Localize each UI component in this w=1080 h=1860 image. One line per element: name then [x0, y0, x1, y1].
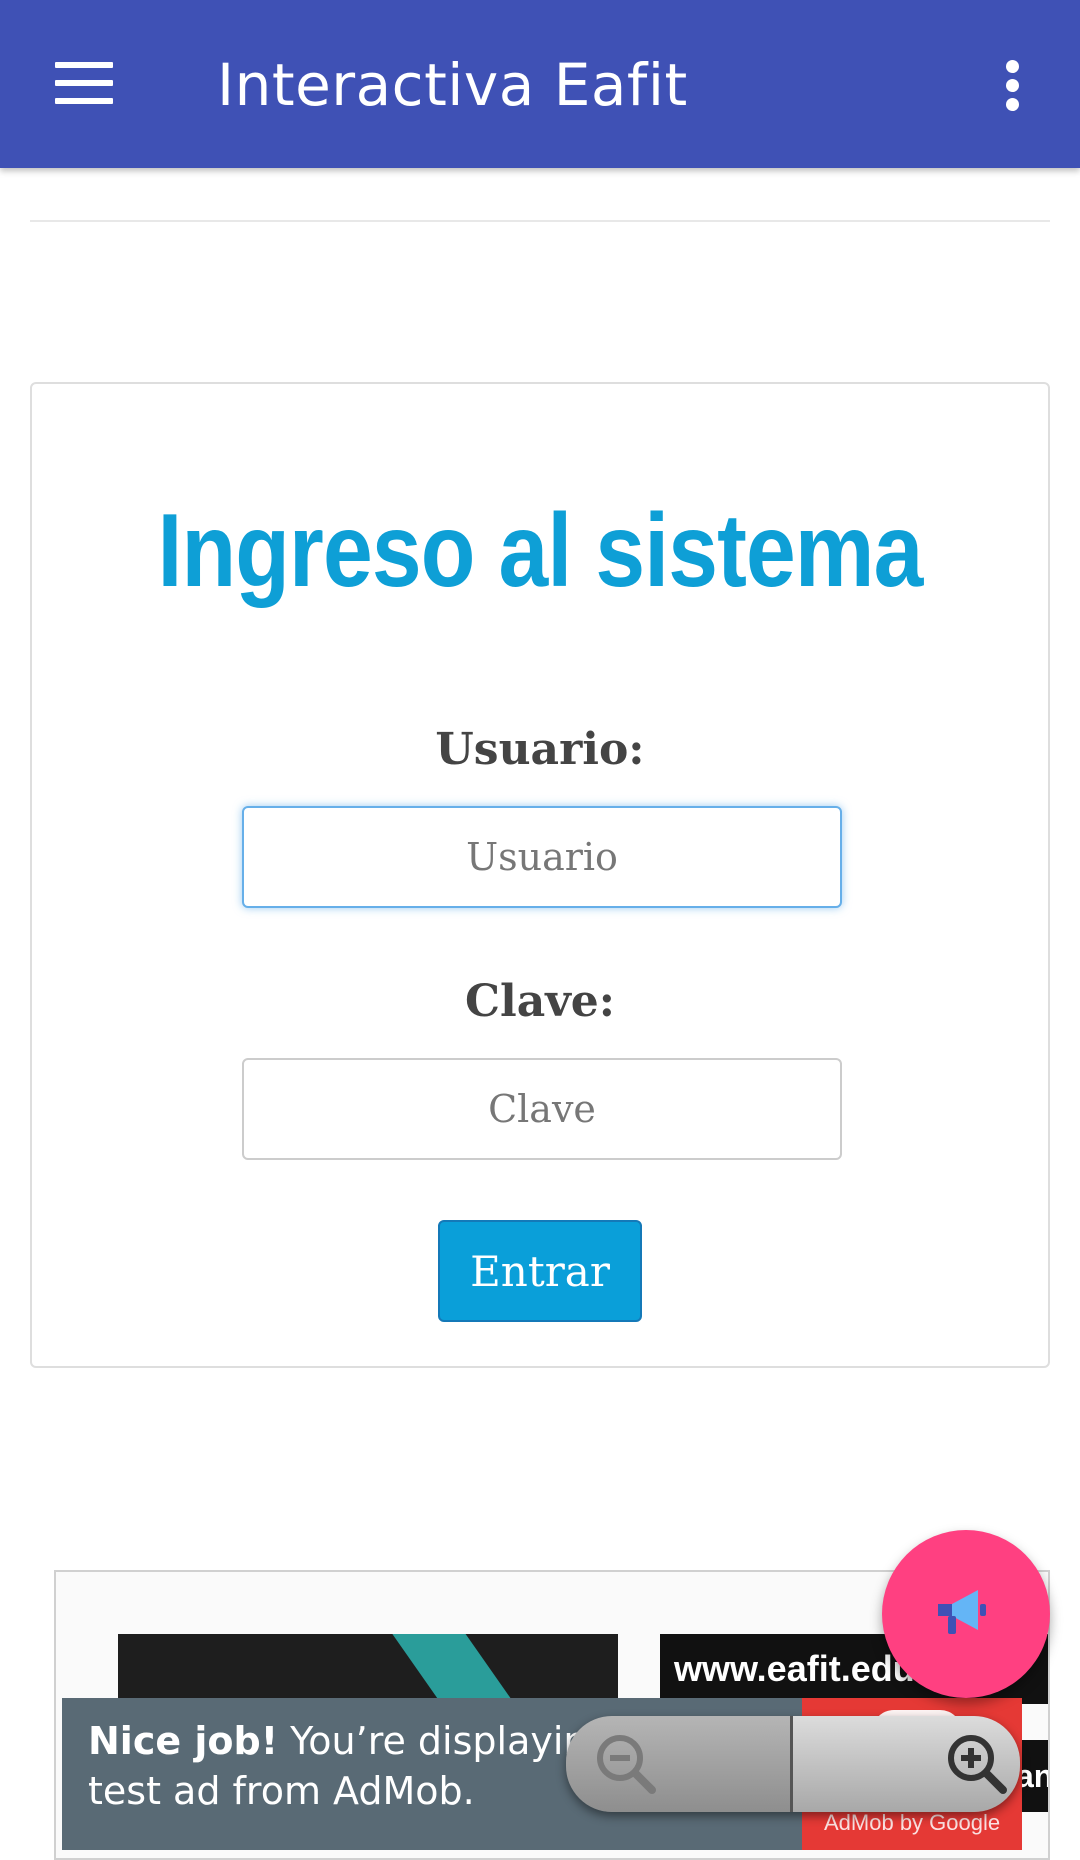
user-label: Usuario: — [435, 724, 645, 775]
app-bar: Interactiva Eafit — [0, 0, 1080, 168]
ad-brand-label: AdMob by Google — [824, 1810, 1001, 1835]
submit-button[interactable]: Entrar — [438, 1220, 642, 1322]
fab-announce-button[interactable] — [882, 1530, 1050, 1698]
zoom-in-icon — [948, 1735, 1007, 1794]
zoom-out-icon — [597, 1735, 656, 1794]
ad-message-bold: Nice job! — [88, 1719, 279, 1763]
user-input[interactable] — [242, 806, 842, 908]
more-vert-icon[interactable] — [998, 56, 1028, 116]
app-title: Interactiva Eafit — [217, 51, 688, 119]
password-input[interactable] — [242, 1058, 842, 1160]
megaphone-icon — [938, 1590, 986, 1634]
password-label: Clave: — [464, 976, 616, 1027]
login-heading: Ingreso al sistema — [157, 493, 924, 609]
zoom-control — [566, 1716, 1020, 1812]
zoom-in-button[interactable] — [793, 1716, 1020, 1812]
divider — [30, 220, 1050, 222]
ad-message-line2: test ad from AdMob. — [88, 1769, 475, 1813]
login-card: Ingreso al sistema Usuario: Clave: Entra… — [30, 382, 1050, 1368]
hamburger-menu-icon[interactable] — [55, 62, 113, 104]
zoom-out-button[interactable] — [566, 1716, 793, 1812]
ad-message: Nice job! You’re displaying a test ad fr… — [88, 1716, 648, 1816]
